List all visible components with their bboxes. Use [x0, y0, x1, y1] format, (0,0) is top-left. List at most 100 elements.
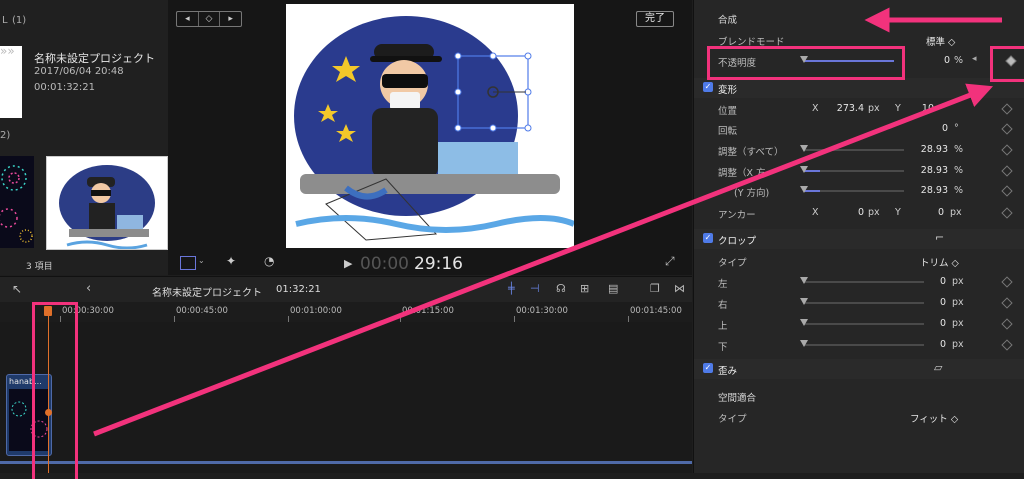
crop-top-unit: px: [952, 318, 964, 329]
anchor-y-axis: Y: [895, 207, 901, 218]
crop-type-popup[interactable]: トリム ◇: [920, 255, 959, 269]
distort-tool-icon[interactable]: ▱: [934, 361, 942, 374]
crop-bottom-value[interactable]: 0: [930, 339, 946, 350]
item-count: 3 項目: [26, 262, 53, 272]
anchor-y-value[interactable]: 0: [924, 207, 944, 218]
crop-left-label: 左: [718, 279, 728, 290]
crop-left-row: 左 0 px: [694, 272, 1024, 292]
anchor-row: アンカー X 0 px Y 0 px: [694, 203, 1024, 223]
effects-browser-icon[interactable]: ⋈: [674, 282, 685, 295]
anchor-label: アンカー: [718, 210, 756, 221]
scale-all-slider[interactable]: [800, 145, 904, 152]
opacity-unit: %: [954, 55, 964, 66]
project-duration: 00:01:32:21: [34, 82, 96, 93]
timeline-ruler[interactable]: 00:00:30:00 00:00:45:00 00:01:00:00 00:0…: [0, 302, 692, 323]
distort-checkbox[interactable]: ✓: [703, 363, 713, 373]
scale-all-value[interactable]: 28.93: [912, 144, 948, 155]
position-label: 位置: [718, 106, 738, 117]
fisherman-image: [59, 165, 155, 249]
blend-mode-popup[interactable]: 標準 ◇: [926, 34, 955, 48]
next-keyframe-icon[interactable]: ▸: [220, 12, 241, 26]
keyframe-diamond-icon[interactable]: [1001, 276, 1013, 288]
scale-all-row: 調整（すべて） 28.93 %: [694, 140, 1024, 160]
viewer-canvas[interactable]: [286, 4, 574, 248]
magic-wand-icon[interactable]: ✦: [226, 254, 236, 268]
project-name[interactable]: 名称未設定プロジェクト: [34, 50, 155, 66]
solo-icon[interactable]: ⊞: [580, 282, 589, 295]
headphones-icon[interactable]: ☊: [556, 282, 566, 295]
browser-header-prefix: L: [2, 15, 8, 26]
distort-section: ✓ 歪み ▱: [694, 359, 1024, 379]
character-clip-thumbnail[interactable]: [46, 156, 168, 250]
transform-tool-button[interactable]: [180, 256, 196, 270]
fullscreen-icon[interactable]: ⤢: [665, 254, 675, 269]
crop-left-slider[interactable]: [800, 277, 924, 284]
crop-right-label: 右: [718, 300, 728, 311]
crop-top-value[interactable]: 0: [930, 318, 946, 329]
anchor-y-unit: px: [950, 207, 962, 218]
scale-y-slider[interactable]: [800, 186, 904, 193]
anchor-x-value[interactable]: 0: [844, 207, 864, 218]
keyframe-diamond-icon[interactable]: [1001, 339, 1013, 351]
add-keyframe-icon[interactable]: ◇: [199, 12, 221, 26]
keyframe-diamond-icon[interactable]: [1001, 185, 1013, 197]
timeline-toolbar: ↖ ‹ 名称未設定プロジェクト 01:32:21 ╪ ⊣ ☊ ⊞ ▤ ❐ ⋈: [0, 276, 692, 303]
fireworks-clip-thumbnail[interactable]: [0, 156, 34, 248]
composite-section-title: 合成: [718, 15, 738, 26]
spatial-title-row: 空間適合: [694, 386, 1024, 406]
clip-appearance-icon[interactable]: ▤: [608, 282, 618, 295]
keyframe-diamond-icon[interactable]: [1001, 297, 1013, 309]
keyframe-nav[interactable]: ◂ ◇ ▸: [176, 11, 242, 27]
index-icon[interactable]: ❐: [650, 282, 660, 295]
prev-keyframe-icon[interactable]: ◂: [177, 12, 199, 26]
crop-left-value[interactable]: 0: [930, 276, 946, 287]
ruler-tick: 00:01:30:00: [516, 306, 568, 316]
crop-top-slider[interactable]: [800, 319, 924, 326]
chevrons-icon: »»: [0, 44, 15, 58]
crop-section: ✓ クロップ ⌐: [694, 229, 1024, 249]
crop-tool-icon[interactable]: ⌐: [935, 231, 944, 244]
position-x-unit: px: [868, 103, 880, 114]
ruler-tick: 00:01:45:00: [630, 306, 682, 316]
spatial-conform-title: 空間適合: [718, 393, 757, 404]
keyframe-diamond-icon[interactable]: [1001, 123, 1013, 135]
back-chevron-icon[interactable]: ‹: [86, 281, 91, 296]
rotation-value[interactable]: 0: [930, 123, 948, 134]
event-browser: L (1) »» 名称未設定プロジェクト 2017/06/04 20:48 00…: [0, 0, 169, 275]
scale-x-label: 調整（X 方: [718, 168, 766, 179]
chevron-down-icon[interactable]: ⌄: [198, 256, 205, 265]
spatial-type-popup[interactable]: フィット ◇: [910, 411, 958, 425]
timeline-track-area[interactable]: hanab...: [0, 322, 692, 473]
transform-checkbox[interactable]: ✓: [703, 82, 713, 92]
timeline-scroll-track[interactable]: [0, 461, 692, 464]
keyframe-highlight-box: [990, 46, 1024, 82]
snapping-icon[interactable]: ╪: [508, 282, 515, 295]
scale-x-slider[interactable]: [800, 166, 904, 173]
select-tool-icon[interactable]: ↖: [12, 282, 22, 296]
reset-arrow-icon[interactable]: ◂: [972, 54, 977, 64]
speed-icon[interactable]: ◔: [264, 254, 274, 268]
keyframe-diamond-icon[interactable]: [1001, 318, 1013, 330]
crop-right-value[interactable]: 0: [930, 297, 946, 308]
keyframe-diamond-icon[interactable]: [1001, 207, 1013, 219]
crop-type-row: タイプ トリム ◇: [694, 251, 1024, 271]
scale-x-value[interactable]: 28.93: [912, 165, 948, 176]
browser-header-count: (1): [12, 15, 27, 26]
position-y-value[interactable]: 10: [920, 103, 934, 114]
skimming-icon[interactable]: ⊣: [530, 282, 540, 295]
position-x-value[interactable]: 273.4: [832, 103, 864, 114]
keyframe-diamond-icon[interactable]: [1001, 144, 1013, 156]
timecode-dim: 00:00: [360, 254, 409, 274]
crop-checkbox[interactable]: ✓: [703, 233, 713, 243]
position-row: 位置 X 273.4 px Y 10: [694, 99, 1024, 119]
keyframe-diamond-icon[interactable]: [1001, 103, 1013, 115]
opacity-value[interactable]: 0: [930, 55, 950, 66]
crop-top-label: 上: [718, 321, 728, 332]
play-icon[interactable]: ▶: [344, 257, 352, 270]
keyframe-diamond-icon[interactable]: [1001, 165, 1013, 177]
done-button[interactable]: 完了: [636, 11, 674, 27]
crop-left-unit: px: [952, 276, 964, 287]
crop-bottom-slider[interactable]: [800, 340, 924, 347]
scale-y-value[interactable]: 28.93: [912, 185, 948, 196]
crop-right-slider[interactable]: [800, 298, 924, 305]
